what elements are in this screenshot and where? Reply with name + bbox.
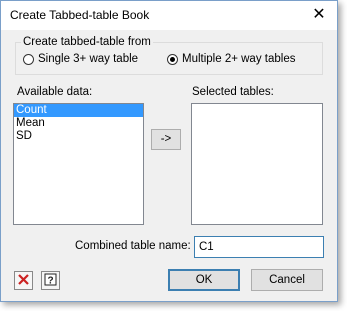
clear-icon bbox=[17, 273, 30, 289]
close-button[interactable]: ✕ bbox=[305, 3, 333, 27]
cancel-button[interactable]: Cancel bbox=[251, 269, 323, 291]
selected-tables-list[interactable] bbox=[191, 103, 323, 225]
combined-name-input[interactable]: C1 bbox=[194, 236, 324, 258]
available-data-label: Available data: bbox=[17, 86, 93, 98]
svg-text:?: ? bbox=[47, 276, 53, 287]
list-item[interactable]: Count bbox=[14, 104, 143, 117]
help-icon: ? bbox=[44, 273, 57, 289]
close-icon: ✕ bbox=[312, 6, 326, 23]
available-data-list[interactable]: Count Mean SD bbox=[13, 103, 144, 225]
window-title: Create Tabbed-table Book bbox=[10, 8, 150, 22]
combined-name-label: Combined table name: bbox=[75, 240, 191, 252]
clear-button[interactable] bbox=[14, 271, 33, 290]
radio-multiple-tables[interactable]: Multiple 2+ way tables bbox=[167, 53, 295, 65]
list-item[interactable]: Mean bbox=[14, 117, 143, 130]
radio-multiple-label: Multiple 2+ way tables bbox=[182, 53, 296, 65]
radio-multiple-indicator[interactable] bbox=[167, 53, 178, 65]
selected-tables-label: Selected tables: bbox=[192, 86, 274, 98]
dialog-window: Create Tabbed-table Book ✕ Create tabbed… bbox=[0, 0, 338, 302]
help-button[interactable]: ? bbox=[41, 271, 60, 290]
list-item[interactable]: SD bbox=[14, 130, 143, 143]
radio-single-table[interactable]: Single 3+ way table bbox=[23, 53, 138, 65]
radio-single-indicator[interactable] bbox=[23, 53, 34, 65]
ok-button[interactable]: OK bbox=[168, 269, 240, 291]
move-right-button[interactable]: -> bbox=[151, 129, 181, 150]
title-bar: Create Tabbed-table Book ✕ bbox=[1, 1, 337, 30]
create-from-legend: Create tabbed-table from bbox=[21, 36, 153, 48]
radio-single-label: Single 3+ way table bbox=[38, 53, 139, 65]
